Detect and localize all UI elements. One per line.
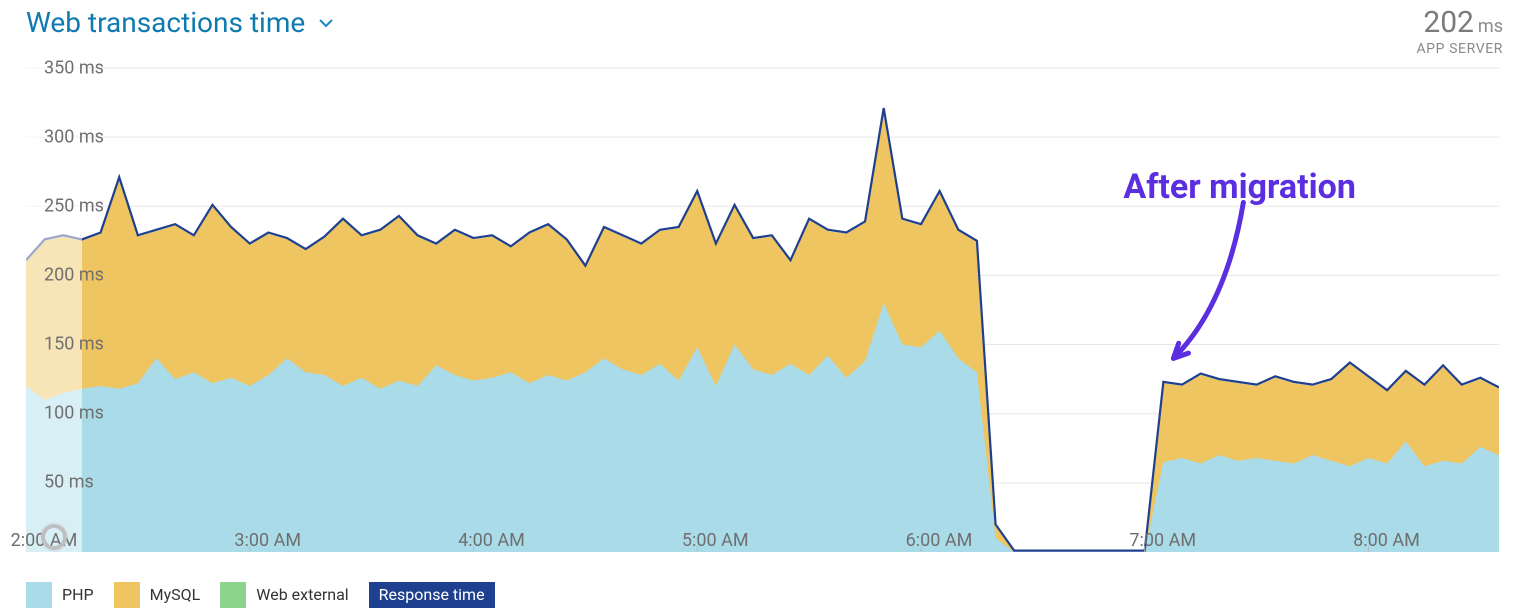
legend-label: Web external [246,582,358,608]
stacked-area-chart[interactable] [26,61,1499,552]
legend-item-web-external[interactable]: Web external [220,582,358,608]
legend-swatch [114,582,140,608]
chart-legend: PHP MySQL Web external Response time [8,582,1507,608]
chart-area[interactable]: 50 ms100 ms150 ms200 ms250 ms300 ms350 m… [8,61,1507,576]
legend-label: Response time [369,582,495,608]
legend-item-mysql[interactable]: MySQL [114,582,211,608]
metric-unit: ms [1478,16,1503,37]
legend-swatch [26,582,52,608]
legend-swatch [220,582,246,608]
chart-title-dropdown[interactable]: Web transactions time [26,6,333,39]
legend-item-response-time[interactable]: Response time [369,582,495,608]
metric-value: 202 [1423,5,1474,40]
chevron-down-icon [319,16,333,30]
legend-item-php[interactable]: PHP [26,582,104,608]
loading-indicator-icon [41,524,67,550]
legend-label: PHP [52,582,104,608]
legend-label: MySQL [140,582,211,608]
metric-sublabel: APP SERVER [1416,41,1503,57]
summary-metric: 202ms APP SERVER [1416,6,1503,57]
chart-title: Web transactions time [26,6,305,39]
